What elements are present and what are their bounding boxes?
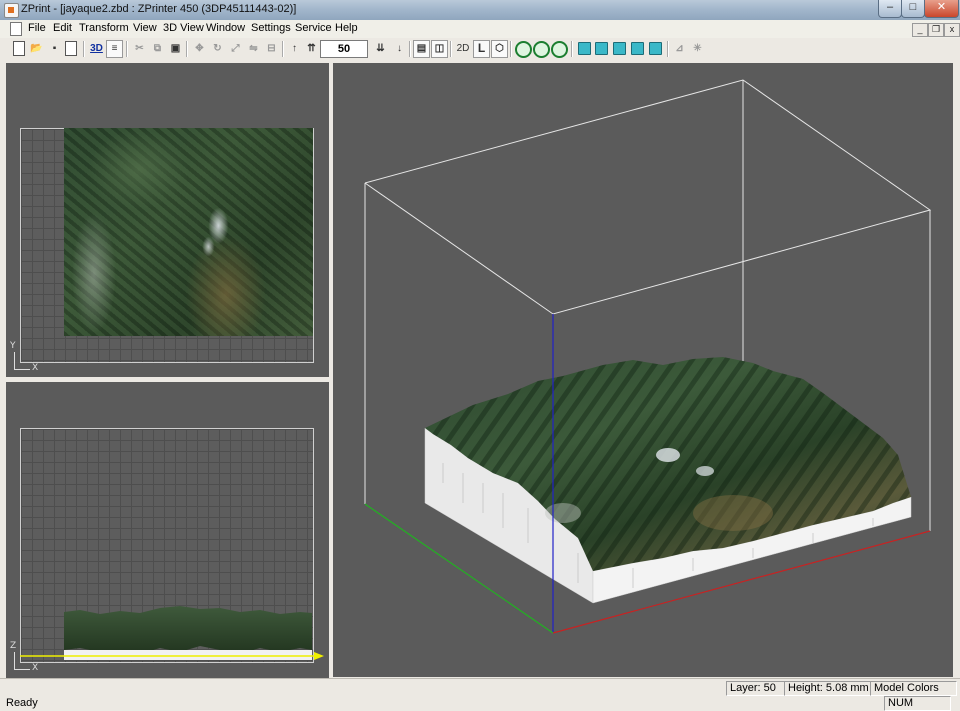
mdi-close-button[interactable]: x bbox=[944, 23, 960, 37]
open-folder-icon[interactable]: 📂 bbox=[28, 40, 45, 58]
measure-icon[interactable]: ⊿ bbox=[671, 40, 688, 58]
window-title: ZPrint - [jayaque2.zbd : ZPrinter 450 (3… bbox=[21, 3, 297, 15]
align-icon[interactable]: ⊟ bbox=[263, 40, 280, 58]
3d-print-button[interactable]: 3D bbox=[88, 40, 105, 58]
status-num: NUM bbox=[884, 696, 951, 711]
axis-x-line bbox=[14, 369, 30, 370]
save-icon[interactable]: ▪ bbox=[46, 40, 63, 58]
menu-transform[interactable]: Transform bbox=[79, 22, 129, 34]
view-front-icon[interactable] bbox=[578, 42, 591, 55]
settings-grid-button[interactable]: ≡ bbox=[106, 40, 123, 58]
print-setup-button[interactable] bbox=[65, 41, 77, 56]
cut-icon[interactable]: ✂ bbox=[131, 40, 148, 58]
view-right-icon[interactable] bbox=[631, 42, 644, 55]
menu-3d-view[interactable]: 3D View bbox=[163, 22, 204, 34]
calibrate-icon[interactable]: ✳ bbox=[689, 40, 706, 58]
axis-x-label: X bbox=[32, 663, 39, 673]
toolbar-separator bbox=[282, 41, 284, 57]
toolbar-separator bbox=[186, 41, 188, 57]
menu-service[interactable]: Service bbox=[295, 22, 332, 34]
l-view-button[interactable]: L bbox=[473, 40, 490, 58]
toolbar-separator bbox=[409, 41, 411, 57]
axis-y-label: Y bbox=[10, 341, 16, 351]
status-bar: Ready Layer: 50 Height: 5.08 mm Model Co… bbox=[0, 678, 960, 711]
menu-bar: File Edit Transform View 3D View Window … bbox=[0, 20, 960, 38]
layer-down-icon[interactable]: ↓ bbox=[391, 40, 408, 58]
toolbar-separator bbox=[126, 41, 128, 57]
new-file-button[interactable] bbox=[13, 41, 25, 56]
menu-help[interactable]: Help bbox=[335, 22, 358, 34]
toolbar-separator bbox=[83, 41, 85, 57]
app-window: ZPrint - [jayaque2.zbd : ZPrinter 450 (3… bbox=[0, 0, 960, 711]
2d-view-button[interactable]: 2D bbox=[454, 40, 472, 58]
toolbar-separator bbox=[571, 41, 573, 57]
axis-z-label: Z bbox=[10, 641, 17, 651]
close-button[interactable]: ✕ bbox=[924, 0, 959, 18]
menu-file[interactable]: File bbox=[28, 22, 46, 34]
mirror-icon[interactable]: ⇋ bbox=[245, 40, 262, 58]
move-icon[interactable]: ✥ bbox=[191, 40, 208, 58]
status-height: Height: 5.08 mm bbox=[784, 681, 871, 696]
mdi-restore-button[interactable]: ❐ bbox=[928, 23, 944, 37]
scale-icon[interactable]: ⤢ bbox=[227, 40, 244, 58]
3d-build-volume bbox=[364, 79, 932, 634]
terrain-top-image bbox=[64, 128, 313, 336]
minimize-button[interactable]: – bbox=[878, 0, 902, 18]
zoom-out-icon[interactable] bbox=[533, 41, 550, 58]
app-icon[interactable] bbox=[4, 3, 19, 18]
view-box-icon[interactable]: ◫ bbox=[431, 40, 448, 58]
axis-x-line bbox=[14, 669, 30, 670]
axis-x-label: X bbox=[32, 363, 39, 373]
paste-icon[interactable]: ▣ bbox=[167, 40, 184, 58]
axis-y-line bbox=[14, 352, 15, 369]
view-back-icon[interactable] bbox=[595, 42, 608, 55]
toolbar-separator bbox=[510, 41, 512, 57]
menu-settings[interactable]: Settings bbox=[251, 22, 291, 34]
status-mode: Model Colors bbox=[870, 681, 957, 696]
axis-z-line bbox=[14, 652, 15, 669]
zoom-fit-icon[interactable] bbox=[551, 41, 568, 58]
mdi-minimize-button[interactable]: _ bbox=[912, 23, 928, 37]
menu-view[interactable]: View bbox=[133, 22, 157, 34]
layer-input[interactable]: 50 bbox=[320, 40, 368, 58]
3d-cube-icon[interactable]: ⬡ bbox=[491, 40, 508, 58]
document-icon[interactable] bbox=[10, 22, 22, 36]
toolbar-separator bbox=[667, 41, 669, 57]
status-layer: Layer: 50 bbox=[726, 681, 785, 696]
layer-down-fast-icon[interactable]: ⇊ bbox=[372, 40, 389, 58]
view-iso-icon[interactable] bbox=[649, 42, 662, 55]
rotate-icon[interactable]: ↻ bbox=[209, 40, 226, 58]
toolbar-separator bbox=[450, 41, 452, 57]
status-ready: Ready bbox=[6, 697, 38, 709]
menu-window[interactable]: Window bbox=[206, 22, 245, 34]
layer-up-fast-icon[interactable]: ⇈ bbox=[303, 40, 320, 58]
view-panel-icon[interactable]: ▤ bbox=[413, 40, 430, 58]
maximize-button[interactable]: □ bbox=[901, 0, 925, 18]
view-left-icon[interactable] bbox=[613, 42, 626, 55]
title-bar: ZPrint - [jayaque2.zbd : ZPrinter 450 (3… bbox=[0, 0, 960, 21]
layer-up-icon[interactable]: ↑ bbox=[286, 40, 303, 58]
terrain-front-profile bbox=[20, 606, 324, 660]
menu-edit[interactable]: Edit bbox=[53, 22, 72, 34]
toolbar: 📂 ▪ 3D ≡ ✂ ⧉ ▣ ✥ ↻ ⤢ ⇋ ⊟ ↑ ⇈ ⇊ ↓ ▤ ◫ 2D … bbox=[0, 38, 960, 61]
copy-icon[interactable]: ⧉ bbox=[149, 40, 166, 58]
zoom-in-icon[interactable] bbox=[515, 41, 532, 58]
